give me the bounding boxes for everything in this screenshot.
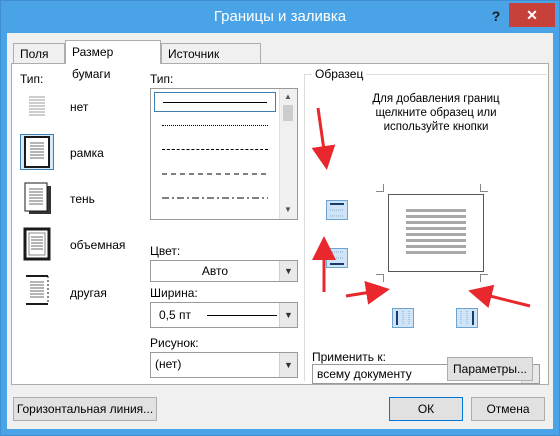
chevron-down-icon[interactable]: ▼ [279, 353, 297, 377]
preview-label: Образец [312, 67, 367, 81]
corner-mark [480, 274, 488, 282]
ok-button[interactable]: ОК [389, 397, 463, 421]
setting-box-icon [24, 136, 50, 168]
style-item-dotted[interactable] [154, 116, 276, 136]
window-title: Границы и заливка [213, 8, 347, 25]
border-top-icon [330, 203, 344, 217]
apply-to-label: Применить к: [312, 350, 386, 364]
width-label: Ширина: [150, 286, 198, 300]
setting-3d-label: объемная [70, 238, 126, 252]
chevron-down-icon[interactable]: ▼ [279, 261, 297, 281]
borders-and-shading-dialog: Границы и заливка ? ✕ Поля Размер бумаги… [0, 0, 560, 436]
setting-shadow-icon [24, 182, 51, 214]
tab-panel: Тип: нет рамка тень объемная другая Тип:… [11, 63, 549, 385]
left-border-button[interactable] [392, 308, 414, 328]
dialog-client-area: Поля Размер бумаги Источник бумаги Тип: … [7, 33, 553, 429]
style-item-dashed[interactable] [154, 164, 276, 184]
style-listbox[interactable]: ▲ ▼ [150, 88, 298, 220]
setting-none-label: нет [70, 100, 89, 114]
art-label: Рисунок: [150, 336, 199, 350]
top-border-button[interactable] [326, 200, 348, 220]
style-item-dashed-small[interactable] [154, 140, 276, 160]
right-border-button[interactable] [456, 308, 478, 328]
color-combo[interactable]: Авто ▼ [150, 260, 298, 282]
setting-box-button[interactable] [20, 134, 54, 170]
preview-page[interactable] [388, 194, 484, 272]
horizontal-line-button[interactable]: Горизонтальная линия... [13, 397, 157, 421]
title-bar: Границы и заливка ? ✕ [1, 1, 559, 33]
apply-to-value: всему документу [317, 367, 412, 381]
setting-none-icon [26, 92, 48, 120]
width-preview-line [207, 315, 277, 316]
tab-borders[interactable]: Поля [13, 43, 65, 63]
color-value: Авто [201, 264, 229, 278]
setting-custom-icon [26, 275, 49, 305]
scroll-up-icon[interactable]: ▲ [284, 92, 292, 101]
corner-mark [376, 274, 384, 282]
setting-shadow-label: тень [70, 192, 95, 206]
border-left-icon [396, 311, 410, 325]
tab-shading[interactable]: Источник бумаги [161, 43, 261, 81]
close-button[interactable]: ✕ [509, 3, 555, 27]
help-button[interactable]: ? [485, 5, 507, 27]
cancel-button[interactable]: Отмена [471, 397, 545, 421]
scroll-down-icon[interactable]: ▼ [284, 205, 292, 214]
art-value: (нет) [155, 357, 182, 371]
art-combo[interactable]: (нет) ▼ [150, 352, 298, 378]
preview-hint: Для добавления границ щелкните образец и… [372, 93, 500, 133]
style-item-dash-dot[interactable] [154, 188, 276, 208]
width-combo[interactable]: 0,5 пт ▼ [150, 302, 298, 328]
style-label: Тип: [150, 72, 174, 86]
setting-box-label: рамка [70, 146, 104, 160]
bottom-border-button[interactable] [326, 248, 348, 268]
chevron-down-icon[interactable]: ▼ [279, 303, 297, 327]
setting-3d-button[interactable] [20, 226, 54, 262]
border-right-icon [460, 311, 474, 325]
corner-mark [376, 184, 384, 192]
style-scrollbar[interactable]: ▲ ▼ [279, 89, 297, 219]
scroll-thumb[interactable] [283, 105, 293, 121]
style-item-solid[interactable] [154, 92, 276, 112]
color-label: Цвет: [150, 244, 181, 258]
setting-custom-button[interactable] [20, 272, 54, 308]
corner-mark [480, 184, 488, 192]
preview-text-lines [406, 209, 466, 257]
options-button[interactable]: Параметры... [447, 357, 533, 381]
border-bottom-icon [330, 251, 344, 265]
setting-label: Тип: [20, 72, 44, 86]
width-value: 0,5 пт [159, 308, 192, 322]
setting-shadow-button[interactable] [20, 180, 54, 216]
setting-custom-label: другая [70, 286, 107, 300]
tab-page-border[interactable]: Размер бумаги [65, 40, 161, 81]
setting-none-button[interactable] [20, 88, 54, 124]
setting-3d-icon [23, 227, 51, 261]
